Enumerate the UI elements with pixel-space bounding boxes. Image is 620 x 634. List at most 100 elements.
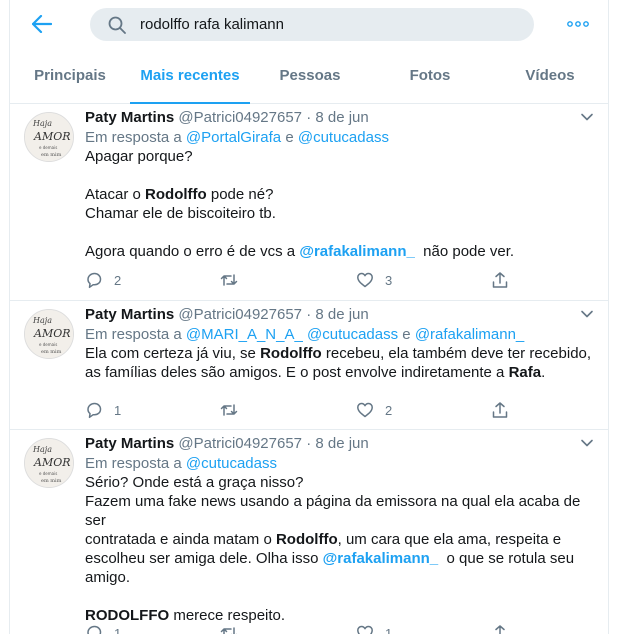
reply-mention[interactable]: @rafakalimann_ [415,326,524,343]
tweet-date[interactable]: 8 de jun [315,306,368,323]
mention-link[interactable]: @rafakalimann_ [299,243,415,260]
reply-icon [87,625,102,634]
like-button[interactable]: 3 [356,271,392,289]
avatar-art: Haja AMOR e demais em mim [25,439,73,487]
more-options-button[interactable] [566,14,590,34]
tweet-text: Apagar porque? Atacar o Rodolffo pode né… [85,147,595,261]
svg-text:AMOR: AMOR [33,327,71,340]
chevron-down-icon[interactable] [580,110,594,124]
reply-count: 1 [114,625,122,634]
avatar[interactable]: Haja AMOR e demais em mim [24,438,74,488]
tab-videos[interactable]: Vídeos [490,52,608,103]
reply-icon [87,272,102,289]
retweet-button[interactable] [220,401,249,419]
reply-mention[interactable]: @PortalGirafa [186,129,281,146]
tweet-date[interactable]: 8 de jun [315,435,368,452]
text-fragment: contratada e ainda matam o [85,531,272,548]
mention-link[interactable]: @rafakalimann_ [323,550,439,567]
svg-text:Haja: Haja [32,119,52,128]
text-fragment: . [541,364,546,381]
more-dots-icon [567,21,589,27]
tweet[interactable]: Haja AMOR e demais em mim Paty Martins @… [10,430,608,634]
chevron-down-icon[interactable] [580,307,594,321]
reply-join: e [402,326,411,343]
tweet-actions: 1 2 [85,401,525,421]
share-icon [492,272,508,288]
avatar[interactable]: Haja AMOR e demais em mim [24,112,74,162]
retweet-icon [220,404,238,416]
tweet-header: Paty Martins @Patrici04927657 · 8 de jun [85,108,595,128]
reply-button[interactable]: 2 [85,271,121,289]
search-tabs: Principais Mais recentes Pessoas Fotos V… [10,52,608,104]
highlighted-term: RODOLFFO [85,607,170,624]
text-line: escolheu ser amiga dele. Olha isso @rafa… [85,549,595,568]
share-button[interactable] [491,401,509,419]
tab-principais[interactable]: Principais [10,52,130,103]
reply-context: Em resposta a @PortalGirafa e @cutucadas… [85,128,595,147]
reply-count: 1 [114,402,122,418]
tweet[interactable]: Haja AMOR e demais em mim Paty Martins @… [10,104,608,301]
reply-context: Em resposta a @MARI_A_N_A_ @cutucadass e… [85,325,595,344]
text-line: as famílias deles são amigos. E o post e… [85,363,595,382]
text-line: Sério? Onde está a graça nisso? [85,474,304,491]
search-input[interactable] [140,8,520,41]
like-button[interactable]: 2 [356,401,392,419]
retweet-icon [220,627,238,634]
reply-mention[interactable]: @MARI_A_N_A_ [186,326,303,343]
tweet-header: Paty Martins @Patrici04927657 · 8 de jun [85,305,595,325]
reply-mention[interactable]: @cutucadass [186,455,277,472]
reply-button[interactable]: 1 [85,624,121,634]
retweet-button[interactable] [220,624,249,634]
share-icon [492,402,508,418]
reply-mention[interactable]: @cutucadass [307,326,398,343]
like-button[interactable]: 1 [356,624,392,634]
svg-text:Haja: Haja [32,316,52,325]
author-name[interactable]: Paty Martins [85,306,174,323]
tweet-content: Paty Martins @Patrici04927657 · 8 de jun… [85,305,595,382]
tweet-date[interactable]: 8 de jun [315,109,368,126]
svg-text:AMOR: AMOR [33,456,71,469]
like-icon [357,625,373,634]
retweet-button[interactable] [220,271,249,289]
text-fragment: as famílias deles são amigos. E o post e… [85,364,505,381]
avatar[interactable]: Haja AMOR e demais em mim [24,309,74,359]
author-handle[interactable]: @Patrici04927657 [178,435,302,452]
reply-mention[interactable]: @cutucadass [298,129,389,146]
text-line: contratada e ainda matam o Rodolffo, um … [85,530,595,549]
text-fragment: merece respeito. [173,607,286,624]
avatar-art: Haja AMOR e demais em mim [25,113,73,161]
tweet-text: Ela com certeza já viu, se Rodolffo rece… [85,344,595,382]
tweet-header: Paty Martins @Patrici04927657 · 8 de jun [85,434,595,454]
share-button[interactable] [491,271,509,289]
svg-text:em mim: em mim [41,349,62,355]
author-handle[interactable]: @Patrici04927657 [178,109,302,126]
author-handle[interactable]: @Patrici04927657 [178,306,302,323]
chevron-down-icon[interactable] [580,436,594,450]
tab-mais-recentes[interactable]: Mais recentes [130,52,250,104]
like-count: 2 [385,402,393,418]
highlighted-term: Rafa [508,364,542,381]
text-fragment: Agora quando o erro é de vcs a [85,243,296,260]
tweet[interactable]: Haja AMOR e demais em mim Paty Martins @… [10,301,608,430]
text-fragment: recebeu, ela também deve ter recebido, [325,345,592,362]
reply-button[interactable]: 1 [85,401,121,419]
highlighted-term: Rodolffo [145,186,207,203]
text-line: Fazem uma fake news usando a página da e… [85,493,581,529]
text-line: Atacar o Rodolffo pode né? [85,185,595,204]
tab-fotos[interactable]: Fotos [370,52,490,103]
like-count: 3 [385,272,393,288]
search-header [10,0,608,50]
tab-pessoas[interactable]: Pessoas [250,52,370,103]
text-line: RODOLFFO merece respeito. [85,606,595,625]
search-bar [90,8,534,41]
text-line: Apagar porque? [85,148,193,165]
author-name[interactable]: Paty Martins [85,435,174,452]
text-line: amigo. [85,569,131,586]
highlighted-term: Rodolffo [275,531,338,548]
back-button[interactable] [28,10,56,38]
separator-dot: · [306,306,312,323]
share-button[interactable] [491,624,509,634]
author-name[interactable]: Paty Martins [85,109,174,126]
reply-prefix: Em resposta a [85,455,182,472]
